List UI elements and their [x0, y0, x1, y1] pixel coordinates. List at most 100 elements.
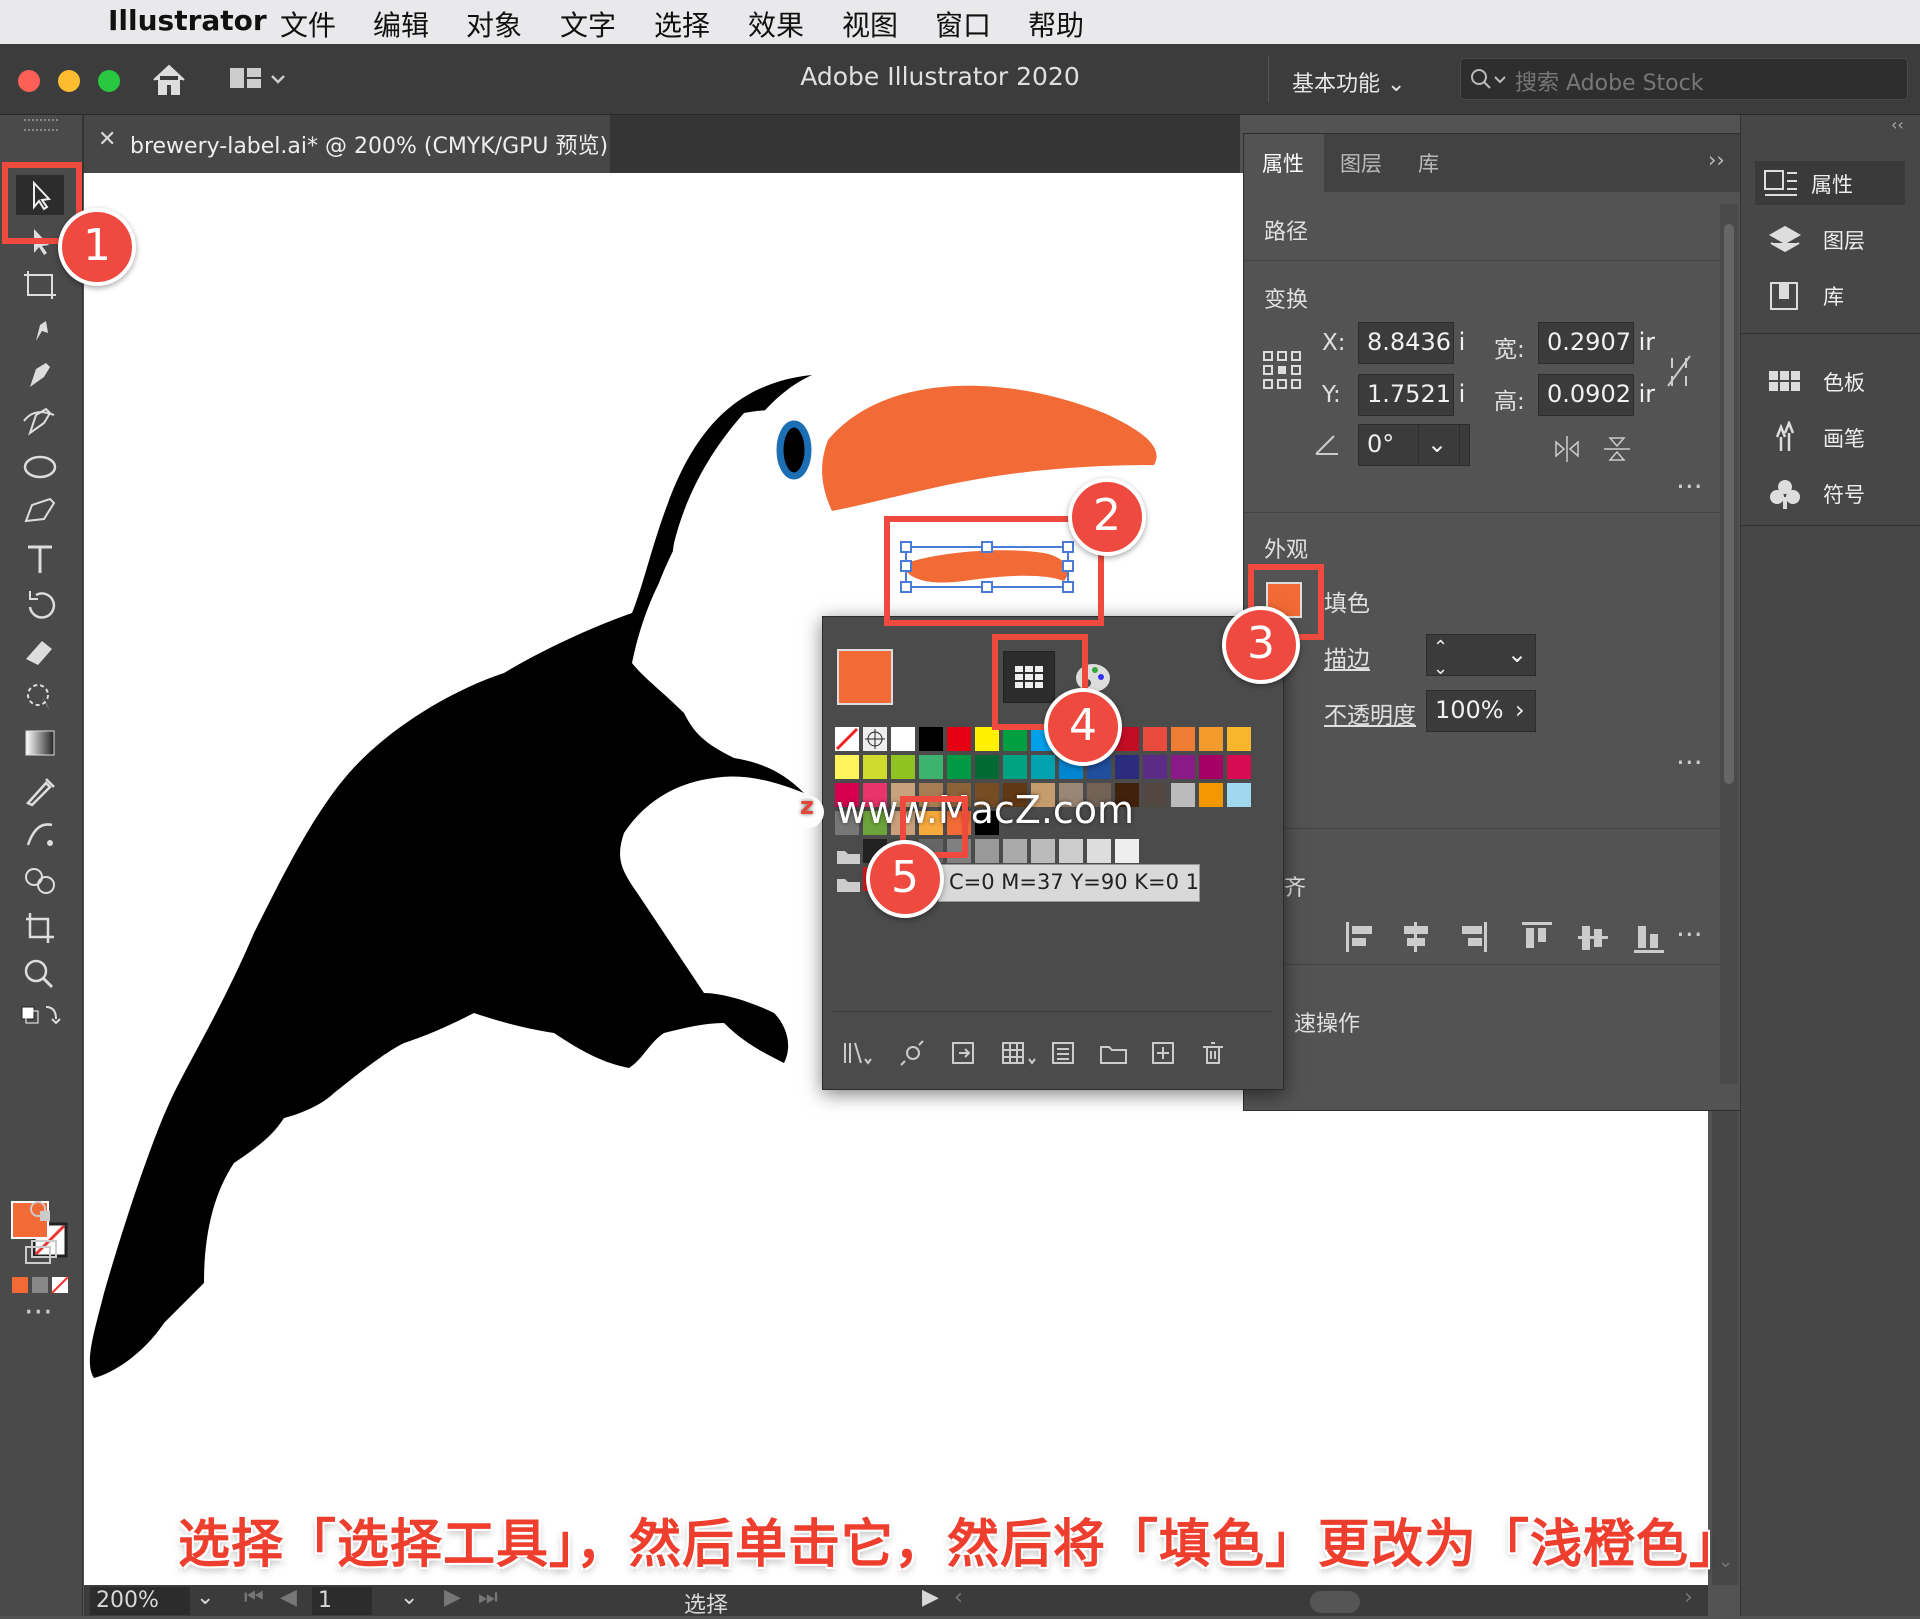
dock-swatches[interactable]: 色板	[1767, 359, 1907, 403]
angle-dropdown[interactable]: ⌄	[1418, 424, 1460, 466]
menu-file[interactable]: 文件	[280, 4, 336, 44]
collapse-dock-icon[interactable]: ‹‹	[1891, 115, 1904, 134]
scroll-left-icon[interactable]: ‹	[954, 1585, 963, 1610]
stroke-stepper-icon[interactable]: ⌃ ⌄	[1433, 637, 1448, 679]
zoom-tool-icon[interactable]	[16, 953, 64, 993]
y-value: 1.7521 i	[1367, 380, 1466, 408]
eraser-tool-icon[interactable]	[16, 631, 64, 671]
libraries-icon	[1770, 282, 1798, 310]
puppet-warp-tool-icon[interactable]	[16, 311, 64, 351]
properties-panel-tabs: 属性 图层 库 ››	[1244, 134, 1742, 192]
more-align-options-icon[interactable]: ···	[1676, 918, 1703, 951]
artboard-number-value: 1	[318, 1588, 332, 1613]
window-title-bar: Adobe Illustrator 2020 基本功能 ⌄ 搜索 Adobe S…	[0, 44, 1920, 115]
constrain-proportions-icon[interactable]	[1664, 352, 1694, 392]
swatch-tooltip-text: C=0 M=37 Y=90 K=0 1	[949, 870, 1199, 894]
callout-2: 2	[1068, 478, 1146, 556]
y-label: Y:	[1322, 382, 1341, 408]
stroke-weight-input[interactable]: ⌃ ⌄ ⌄	[1426, 634, 1536, 679]
scroll-right-icon[interactable]: ›	[1684, 1585, 1693, 1610]
panel-menu-icon[interactable]: ››	[1708, 148, 1725, 172]
arrange-documents-icon[interactable]	[228, 64, 288, 94]
height-input[interactable]: 0.0902 ir	[1538, 374, 1655, 416]
zoom-level-field[interactable]: 200%	[90, 1587, 190, 1615]
color-mode-buttons-icon[interactable]	[12, 1275, 72, 1295]
align-buttons-row[interactable]	[1344, 918, 1684, 958]
next-artboard-icon[interactable]: ▶	[444, 1585, 461, 1610]
last-artboard-icon[interactable]: ⏭	[478, 1585, 498, 1610]
default-fill-stroke-icon[interactable]	[16, 1001, 64, 1031]
properties-scrollbar[interactable]	[1720, 204, 1738, 1084]
more-appearance-options-icon[interactable]: ···	[1676, 746, 1703, 779]
artboard-tool-icon[interactable]	[16, 265, 64, 305]
more-tools-icon[interactable]: ···	[24, 1295, 53, 1330]
eyedropper-tool-icon[interactable]	[16, 769, 64, 809]
type-tool-icon[interactable]	[16, 539, 64, 579]
first-artboard-icon[interactable]: ⏮	[244, 1585, 264, 1610]
width-input[interactable]: 0.2907 ir	[1538, 322, 1655, 364]
dock-symbols[interactable]: 符号	[1767, 471, 1907, 515]
flip-vertical-icon[interactable]	[1602, 434, 1632, 464]
y-position-input[interactable]: 1.7521 i	[1358, 374, 1465, 416]
dock-layers[interactable]: 图层	[1767, 217, 1907, 261]
status-menu-icon[interactable]: ▶	[922, 1585, 939, 1610]
curvature-tool-icon[interactable]	[16, 401, 64, 441]
symbol-sprayer-tool-icon[interactable]	[16, 815, 64, 855]
tab-layers[interactable]: 图层	[1340, 148, 1382, 178]
callout-5: 5	[866, 840, 944, 918]
layers-icon	[1768, 225, 1802, 253]
crop-image-tool-icon[interactable]	[16, 907, 64, 947]
menu-object[interactable]: 对象	[466, 4, 522, 44]
minimize-window-button[interactable]	[58, 70, 80, 92]
tab-properties[interactable]: 属性	[1262, 148, 1304, 178]
horizontal-scrollbar[interactable]	[1310, 1591, 1360, 1613]
height-value: 0.0902 ir	[1547, 380, 1656, 408]
artboard-number-field[interactable]: 1	[312, 1587, 372, 1615]
gradient-tool-icon[interactable]	[16, 723, 64, 763]
menu-help[interactable]: 帮助	[1028, 4, 1084, 44]
draw-mode-icon[interactable]	[16, 1189, 64, 1229]
rotate-tool-icon[interactable]	[16, 585, 64, 625]
document-tab[interactable]: ✕ brewery-label.ai* @ 200% (CMYK/GPU 预览)	[84, 115, 610, 173]
shaper-tool-icon[interactable]	[16, 491, 64, 531]
quick-actions-heading: 速操作	[1294, 1012, 1361, 1037]
prev-artboard-icon[interactable]: ◀	[280, 1585, 297, 1610]
workspace-switcher[interactable]: 基本功能 ⌄	[1292, 66, 1405, 98]
menu-type[interactable]: 文字	[560, 4, 616, 44]
ellipse-tool-icon[interactable]	[16, 447, 64, 487]
screen-mode-icon[interactable]	[16, 1233, 64, 1273]
menu-window[interactable]: 窗口	[935, 4, 991, 44]
free-transform-tool-icon[interactable]	[16, 677, 64, 717]
app-menu[interactable]: Illustrator	[108, 4, 267, 37]
x-position-input[interactable]: 8.8436 i	[1358, 322, 1465, 364]
flip-horizontal-icon[interactable]	[1552, 434, 1582, 464]
shape-builder-tool-icon[interactable]	[16, 861, 64, 901]
toolbar-grip[interactable]	[24, 119, 58, 131]
dock-libraries[interactable]: 库	[1767, 273, 1907, 317]
close-window-button[interactable]	[18, 70, 40, 92]
menu-effect[interactable]: 效果	[748, 4, 804, 44]
menu-select[interactable]: 选择	[654, 4, 710, 44]
dock-brushes[interactable]: 画笔	[1767, 415, 1907, 459]
reference-point-icon[interactable]	[1262, 350, 1302, 390]
swatch-tooltip: C=0 M=37 Y=90 K=0 1	[938, 864, 1200, 902]
close-tab-icon[interactable]: ✕	[98, 127, 116, 152]
menu-view[interactable]: 视图	[842, 4, 898, 44]
tab-libraries[interactable]: 库	[1418, 148, 1439, 178]
pen-tool-icon[interactable]	[16, 355, 64, 395]
zoom-dropdown-icon[interactable]: ⌄	[196, 1585, 214, 1610]
stroke-label[interactable]: 描边	[1324, 640, 1370, 674]
adobe-stock-search-input[interactable]: 搜索 Adobe Stock	[1460, 58, 1908, 100]
swatches-panel-footer[interactable]	[843, 1037, 1263, 1073]
dock-properties[interactable]: 属性	[1755, 161, 1905, 205]
width-label: 宽:	[1494, 337, 1525, 363]
more-transform-options-icon[interactable]: ···	[1676, 470, 1703, 503]
zoom-window-button[interactable]	[98, 70, 120, 92]
opacity-input[interactable]: 100% ›	[1426, 690, 1536, 732]
home-icon[interactable]	[150, 62, 188, 96]
artboard-dropdown-icon[interactable]: ⌄	[400, 1585, 418, 1610]
current-tool-label: 选择	[684, 1593, 729, 1618]
opacity-label[interactable]: 不透明度	[1324, 696, 1416, 730]
brushes-icon	[1775, 421, 1795, 451]
menu-edit[interactable]: 编辑	[373, 4, 429, 44]
